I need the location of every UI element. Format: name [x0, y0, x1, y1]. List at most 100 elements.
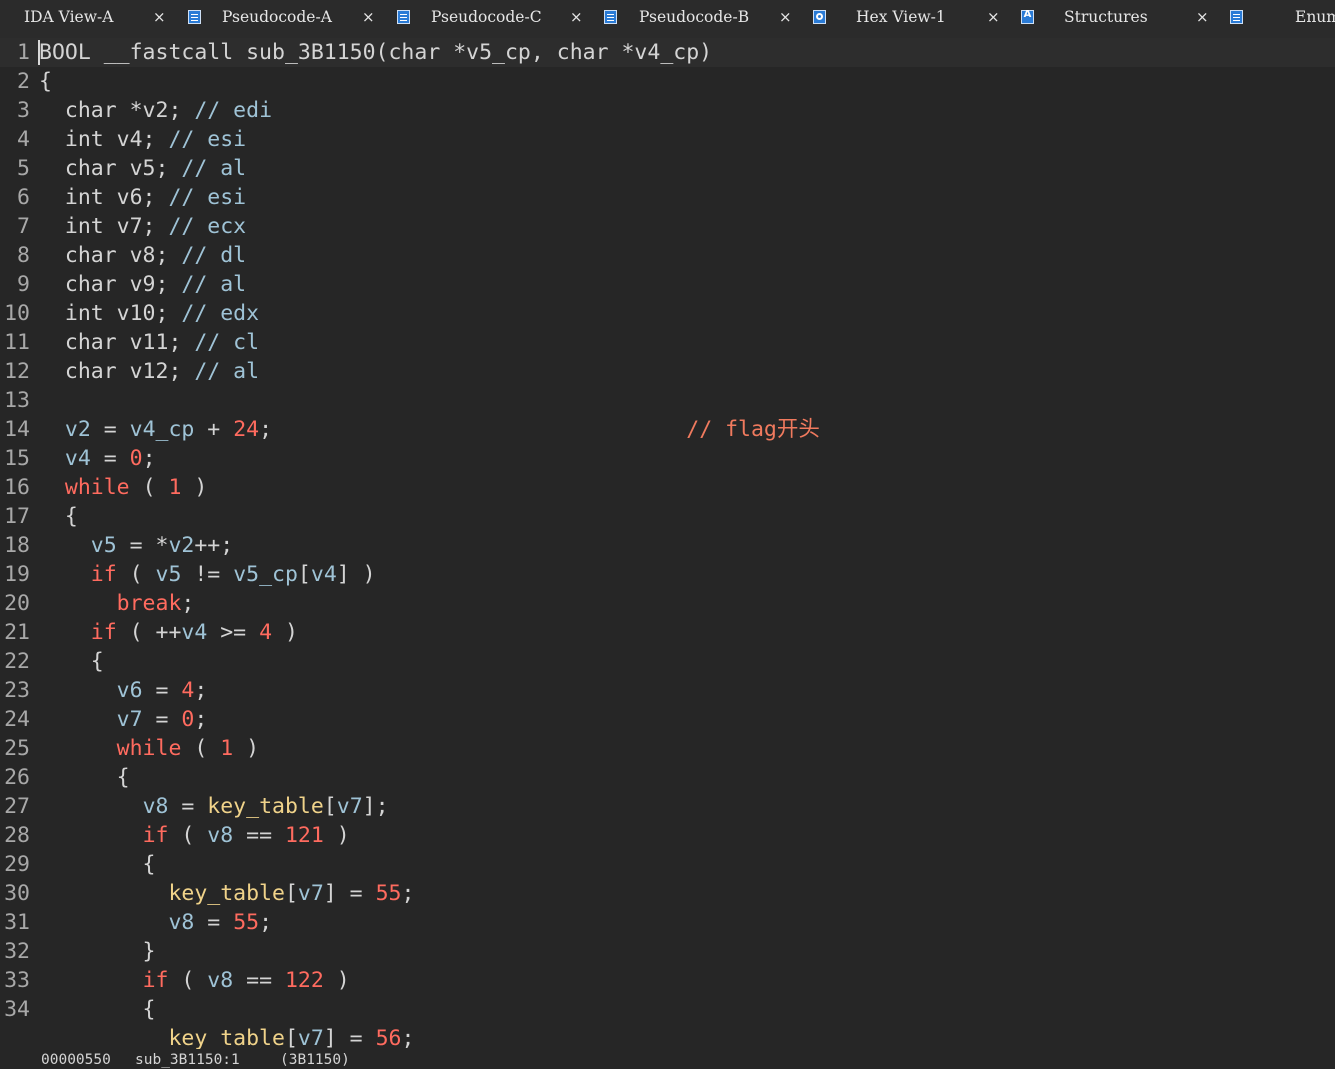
code-text[interactable]: int v10; // edx	[39, 299, 259, 328]
code-text[interactable]: int v7; // ecx	[39, 212, 246, 241]
code-line[interactable]: 21 if ( ++v4 >= 4 )	[0, 618, 1335, 647]
code-line[interactable]: 7 int v7; // ecx	[0, 212, 1335, 241]
code-line[interactable]: 4 int v4; // esi	[0, 125, 1335, 154]
code-line[interactable]: 24 v7 = 0;	[0, 705, 1335, 734]
tab-ida-view-a[interactable]: IDA View-A ×	[0, 0, 209, 38]
code-line[interactable]: 13	[0, 386, 1335, 415]
code-text[interactable]: char v11; // cl	[39, 328, 259, 357]
code-token: // dl	[181, 243, 247, 268]
pseudocode-editor[interactable]: 1 BOOL __fastcall sub_3B1150(char *v5_cp,…	[0, 38, 1335, 1049]
code-text[interactable]: char *v2; // edi	[39, 96, 272, 125]
code-text[interactable]: {	[39, 647, 104, 676]
code-text[interactable]: char v9; // al	[39, 270, 246, 299]
code-line[interactable]: 6 int v6; // esi	[0, 183, 1335, 212]
tab-hex-view-1[interactable]: Hex View-1 ×	[812, 0, 1021, 38]
code-line[interactable]: 20 break;	[0, 589, 1335, 618]
code-line[interactable]: 22 {	[0, 647, 1335, 676]
line-number: 24	[4, 707, 30, 732]
code-text[interactable]: {	[39, 995, 156, 1024]
tab-structures[interactable]: Structures ×	[1020, 0, 1229, 38]
code-line[interactable]: 17 {	[0, 502, 1335, 531]
code-line[interactable]: 2{	[0, 67, 1335, 96]
status-bar: 00000550 sub_3B1150:1 (3B1150)	[0, 1049, 1335, 1069]
code-text[interactable]: char v12; // al	[39, 357, 259, 386]
code-line[interactable]: 30 key_table[v7] = 55;	[0, 879, 1335, 908]
code-text[interactable]: v5 = *v2++;	[39, 531, 233, 560]
code-line[interactable]: 3 char *v2; // edi	[0, 96, 1335, 125]
code-token: ;	[259, 417, 687, 442]
code-token: !=	[181, 562, 234, 587]
code-line[interactable]: 28 if ( v8 == 121 )	[0, 821, 1335, 850]
code-line[interactable]: 11 char v11; // cl	[0, 328, 1335, 357]
line-number: 5	[17, 156, 30, 181]
close-icon[interactable]: ×	[779, 8, 792, 26]
code-text[interactable]: {	[39, 502, 78, 531]
pseudocode-icon	[604, 10, 617, 24]
code-text[interactable]: while ( 1 )	[39, 473, 207, 502]
code-line[interactable]: 26 {	[0, 763, 1335, 792]
close-icon[interactable]: ×	[570, 8, 583, 26]
code-text[interactable]: v8 = key_table[v7];	[39, 792, 389, 821]
tab-enums[interactable]: Enums	[1229, 0, 1335, 38]
code-text[interactable]: char v5; // al	[39, 154, 246, 183]
code-text[interactable]: v7 = 0;	[39, 705, 208, 734]
tab-pseudocode-c[interactable]: Pseudocode-C ×	[395, 0, 604, 38]
code-text[interactable]: v4 = 0;	[39, 444, 156, 473]
code-text[interactable]: if ( v8 == 122 )	[39, 966, 350, 995]
code-line[interactable]: 10 int v10; // edx	[0, 299, 1335, 328]
code-token: while	[116, 736, 182, 761]
code-line[interactable]: 9 char v9; // al	[0, 270, 1335, 299]
code-text[interactable]: char v8; // dl	[39, 241, 246, 270]
code-text[interactable]: int v6; // esi	[39, 183, 246, 212]
code-text[interactable]: if ( v5 != v5_cp[v4] )	[39, 560, 376, 589]
code-line[interactable]: 1 BOOL __fastcall sub_3B1150(char *v5_cp,…	[0, 38, 1335, 67]
code-text[interactable]: BOOL __fastcall sub_3B1150(char *v5_cp, …	[39, 38, 712, 67]
code-token: v8	[207, 823, 234, 848]
code-line[interactable]: 23 v6 = 4;	[0, 676, 1335, 705]
close-icon[interactable]: ×	[153, 8, 166, 26]
code-text[interactable]: if ( ++v4 >= 4 )	[39, 618, 298, 647]
code-line[interactable]: 33 if ( v8 == 122 )	[0, 966, 1335, 995]
code-text[interactable]: key_table[v7] = 55;	[39, 879, 414, 908]
code-text[interactable]: int v4; // esi	[39, 125, 246, 154]
code-text[interactable]: break;	[39, 589, 195, 618]
code-text[interactable]: {	[39, 850, 156, 879]
code-line[interactable]: 19 if ( v5 != v5_cp[v4] )	[0, 560, 1335, 589]
code-line[interactable]: 25 while ( 1 )	[0, 734, 1335, 763]
code-line[interactable]: 16 while ( 1 )	[0, 473, 1335, 502]
code-text[interactable]: if ( v8 == 121 )	[39, 821, 350, 850]
code-line[interactable]: 29 {	[0, 850, 1335, 879]
code-token: ;	[194, 707, 208, 732]
code-text[interactable]: v2 = v4_cp + 24; // flag开头	[39, 415, 820, 444]
tab-pseudocode-a[interactable]: Pseudocode-A ×	[186, 0, 395, 38]
close-icon[interactable]: ×	[1196, 8, 1209, 26]
code-text[interactable]: while ( 1 )	[39, 734, 259, 763]
code-line[interactable]: 27 v8 = key_table[v7];	[0, 792, 1335, 821]
close-icon[interactable]: ×	[362, 8, 375, 26]
code-line[interactable]: 14 v2 = v4_cp + 24; // flag开头	[0, 415, 1335, 444]
code-text[interactable]: }	[39, 937, 156, 966]
code-token: {	[39, 765, 130, 790]
code-line[interactable]: 34 {	[0, 995, 1335, 1024]
code-token: if	[142, 823, 169, 848]
code-line[interactable]: 32 }	[0, 937, 1335, 966]
code-line[interactable]: 12 char v12; // al	[0, 357, 1335, 386]
code-text[interactable]: v6 = 4;	[39, 676, 208, 705]
close-icon[interactable]: ×	[987, 8, 1000, 26]
code-text[interactable]: {	[39, 67, 52, 96]
code-line[interactable]: 18 v5 = *v2++;	[0, 531, 1335, 560]
code-line[interactable]: 31 v8 = 55;	[0, 908, 1335, 937]
code-text[interactable]: {	[39, 763, 130, 792]
code-token: {	[39, 504, 78, 529]
code-line[interactable]: key_table[v7] = 56;	[0, 1024, 1335, 1049]
line-number: 11	[4, 330, 30, 355]
code-line[interactable]: 15 v4 = 0;	[0, 444, 1335, 473]
tab-pseudocode-b[interactable]: Pseudocode-B ×	[603, 0, 812, 38]
code-line[interactable]: 8 char v8; // dl	[0, 241, 1335, 270]
code-text[interactable]: key_table[v7] = 56;	[39, 1024, 414, 1049]
code-token: (	[168, 823, 208, 848]
code-text[interactable]: v8 = 55;	[39, 908, 272, 937]
code-line[interactable]: 5 char v5; // al	[0, 154, 1335, 183]
